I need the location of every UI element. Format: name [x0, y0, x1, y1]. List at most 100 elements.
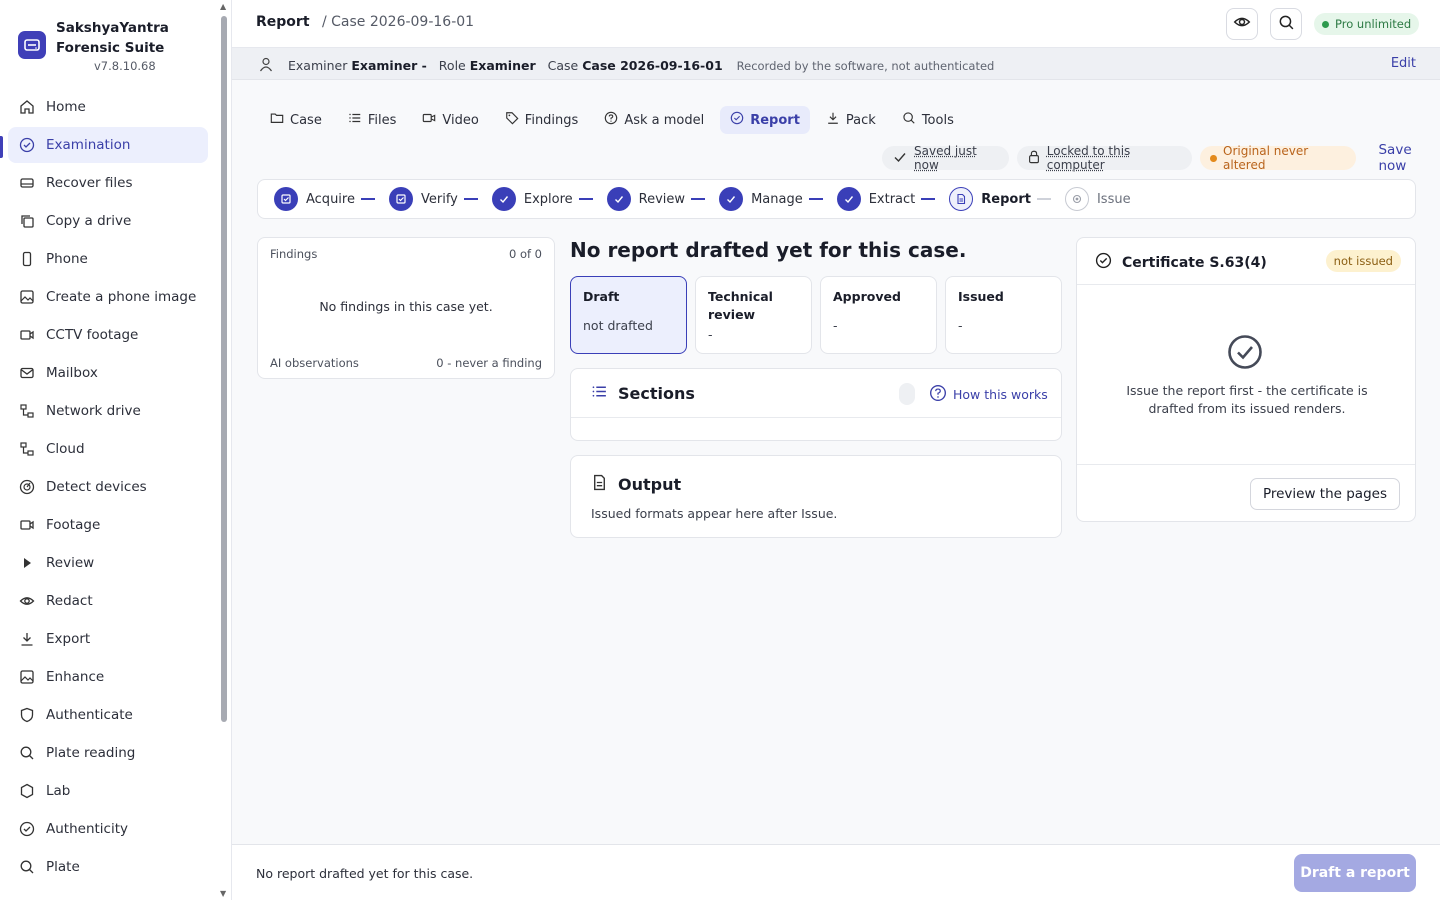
how-this-works-link[interactable]: How this works [929, 384, 1048, 405]
how-link-label: How this works [953, 387, 1048, 402]
step-extract[interactable]: Extract [836, 187, 950, 211]
state-card-technical-review[interactable]: Technical review - [695, 276, 812, 354]
sidebar-item-home[interactable]: Home [8, 89, 208, 125]
search-button[interactable] [1270, 8, 1302, 40]
original-label: Original never altered [1223, 144, 1309, 172]
image-icon [18, 668, 36, 686]
output-panel: Output Issued formats appear here after … [570, 455, 1062, 538]
tab-pack[interactable]: Pack [816, 106, 886, 134]
check-circle-icon [18, 820, 36, 838]
tab-case[interactable]: Case [260, 106, 332, 134]
breadcrumb-current[interactable]: Report [256, 14, 310, 30]
state-card-approved[interactable]: Approved - [820, 276, 937, 354]
sidebar-item-examination[interactable]: Examination [8, 127, 208, 163]
step-verify[interactable]: Verify [388, 187, 492, 211]
sidebar-item-recover-files[interactable]: Recover files [8, 165, 208, 201]
step-explore[interactable]: Explore [491, 187, 607, 211]
camera-icon [18, 516, 36, 534]
step-report[interactable]: Report [949, 187, 1065, 211]
status-dot-icon [1210, 154, 1217, 162]
copy-icon [18, 212, 36, 230]
sidebar-item-label: Examination [46, 137, 131, 153]
sidebar-item-detect-devices[interactable]: Detect devices [8, 469, 208, 505]
sidebar-item-review[interactable]: Review [8, 545, 208, 581]
saved-label: Saved just now [914, 144, 977, 172]
pro-badge-label: Pro unlimited [1335, 17, 1412, 31]
saved-chip[interactable]: Saved just now [882, 144, 1009, 172]
state-card-issued[interactable]: Issued - [945, 276, 1062, 354]
sidebar-item-cctv-footage[interactable]: CCTV footage [8, 317, 208, 353]
step-acquire[interactable]: Acquire [274, 187, 389, 211]
toggle-placeholder[interactable] [899, 383, 915, 405]
sidebar-item-copy-a-drive[interactable]: Copy a drive [8, 203, 208, 239]
draft-report-button[interactable]: Draft a report [1294, 854, 1416, 892]
tab-files[interactable]: Files [338, 106, 407, 134]
state-value: not drafted [583, 318, 653, 333]
active-indicator [0, 136, 3, 158]
sidebar-item-cloud[interactable]: Cloud [8, 431, 208, 467]
edit-link[interactable]: Edit [1391, 56, 1416, 71]
state-card-draft[interactable]: Draft not drafted [570, 276, 687, 354]
step-done-icon [388, 187, 413, 211]
locked-chip[interactable]: Locked to this computer [1016, 144, 1193, 172]
app-version: v7.8.10.68 [94, 59, 156, 73]
sidebar-scrollbar[interactable]: ▲ ▼ [218, 2, 230, 898]
breadcrumb-case[interactable]: / Case 2026-09-16-01 [322, 14, 474, 30]
sections-title: Sections [618, 384, 695, 403]
sidebar-nav: Home Examination Recover files Copy a dr… [8, 89, 208, 887]
state-value: - [833, 318, 838, 333]
role-value: Examiner [469, 58, 536, 73]
step-manage[interactable]: Manage [719, 187, 837, 211]
tab-findings[interactable]: Findings [495, 106, 589, 134]
sidebar-item-label: Network drive [46, 403, 141, 419]
pro-badge: Pro unlimited [1314, 13, 1420, 35]
sidebar-item-lab[interactable]: Lab [8, 773, 208, 809]
sidebar-item-label: Create a phone image [46, 289, 197, 305]
step-label: Issue [1096, 191, 1131, 207]
step-done-icon [719, 187, 744, 211]
user-icon [258, 56, 274, 75]
sidebar-item-create-phone-image[interactable]: Create a phone image [8, 279, 208, 315]
sidebar-item-enhance[interactable]: Enhance [8, 659, 208, 695]
examiner-label: Examiner [288, 58, 348, 73]
sidebar-item-network-drive[interactable]: Network drive [8, 393, 208, 429]
lock-icon [1027, 149, 1041, 167]
step-review[interactable]: Review [606, 187, 719, 211]
step-issue[interactable]: Issue [1064, 187, 1131, 211]
image-icon [18, 288, 36, 306]
state-value: - [958, 318, 963, 333]
examiner-value: Examiner - [351, 58, 427, 73]
sections-panel: Sections How this works [570, 368, 1062, 441]
scroll-down-icon[interactable]: ▼ [220, 889, 226, 898]
tab-report[interactable]: Report [720, 106, 810, 134]
mail-icon [18, 364, 36, 382]
divider [1077, 464, 1415, 465]
ai-observations-label: AI observations [270, 356, 359, 370]
sidebar: SakshyaYantra Forensic Suite v7.8.10.68 … [0, 0, 232, 900]
scroll-up-icon[interactable]: ▲ [220, 2, 226, 11]
scrollbar-thumb[interactable] [221, 16, 227, 722]
sidebar-item-redact[interactable]: Redact [8, 583, 208, 619]
play-icon [18, 554, 36, 572]
sidebar-item-phone[interactable]: Phone [8, 241, 208, 277]
sidebar-item-label: Footage [46, 517, 101, 533]
tab-video[interactable]: Video [412, 106, 488, 134]
save-now-link[interactable]: Save now [1378, 142, 1440, 174]
sidebar-item-label: Mailbox [46, 365, 98, 381]
document-icon [949, 187, 974, 211]
sidebar-item-plate[interactable]: Plate [8, 849, 208, 885]
preview-button[interactable] [1226, 8, 1258, 40]
step-connector [578, 198, 593, 200]
sidebar-item-plate-reading[interactable]: Plate reading [8, 735, 208, 771]
tab-tools[interactable]: Tools [892, 106, 964, 134]
network-icon [18, 440, 36, 458]
sidebar-item-mailbox[interactable]: Mailbox [8, 355, 208, 391]
preview-pages-button[interactable]: Preview the pages [1249, 478, 1400, 510]
check-circle-icon [730, 111, 744, 129]
sidebar-item-authenticity[interactable]: Authenticity [8, 811, 208, 847]
tab-ask-a-model[interactable]: Ask a model [594, 106, 714, 134]
sidebar-item-label: Copy a drive [46, 213, 132, 229]
sidebar-item-footage[interactable]: Footage [8, 507, 208, 543]
sidebar-item-authenticate[interactable]: Authenticate [8, 697, 208, 733]
sidebar-item-export[interactable]: Export [8, 621, 208, 657]
